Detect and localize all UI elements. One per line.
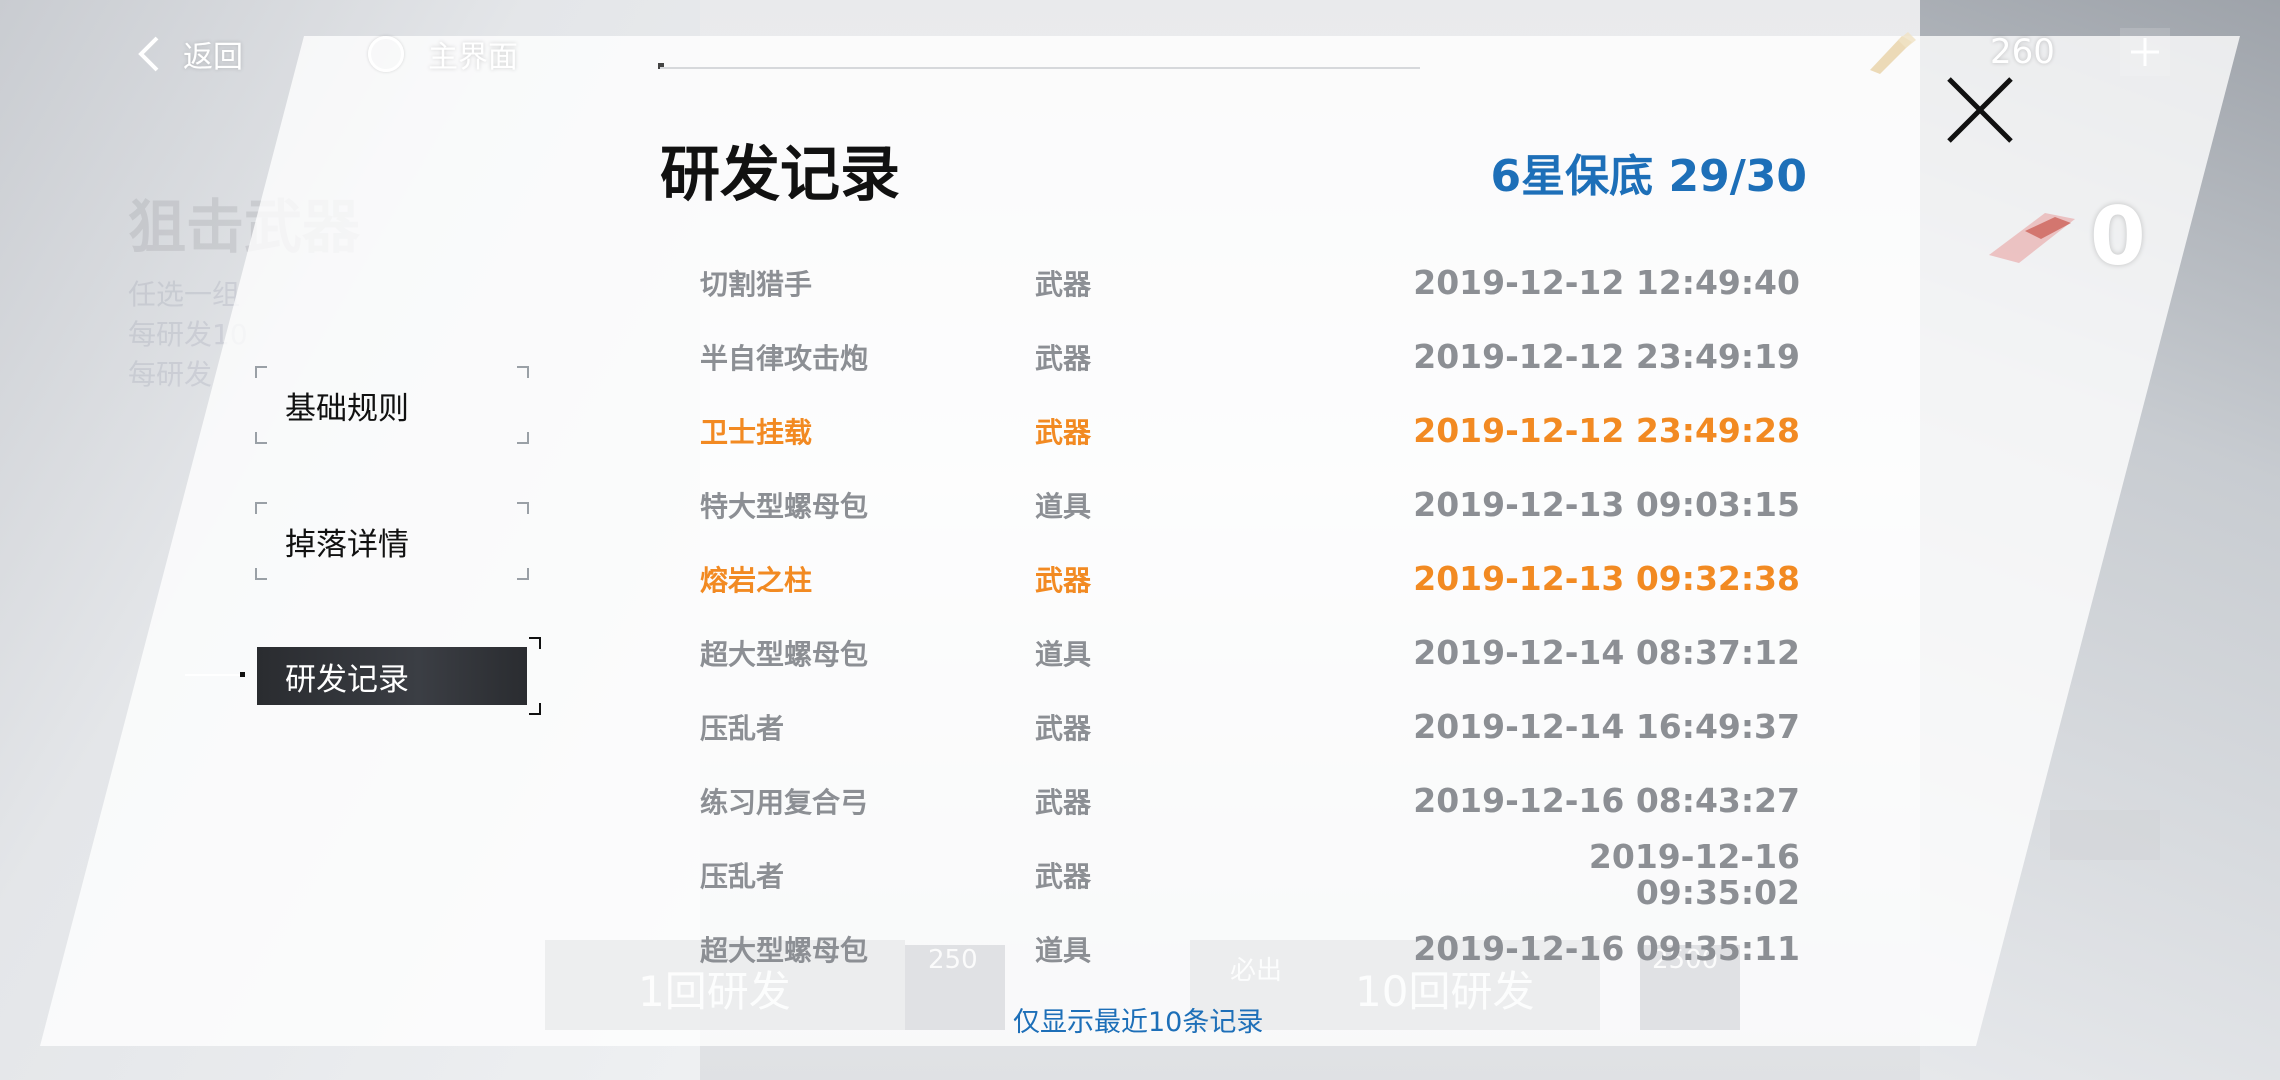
page-title: 研发记录 xyxy=(660,140,900,210)
record-time: 2019-12-14 16:49:37 xyxy=(1413,707,1800,746)
sidebar-item-basic-rules[interactable]: 基础规则 xyxy=(255,366,529,444)
record-time: 2019-12-12 23:49:28 xyxy=(1413,411,1800,450)
active-indicator-line xyxy=(185,674,243,676)
material-item-icon xyxy=(1989,213,2075,263)
home-button[interactable]: 主界面 xyxy=(368,30,518,78)
record-name: 练习用复合弓 xyxy=(700,786,869,819)
record-name: 压乱者 xyxy=(700,712,785,745)
record-time: 2019-12-12 23:49:19 xyxy=(1413,337,1800,376)
record-time: 2019-12-16 08:43:27 xyxy=(1413,781,1800,820)
record-name: 压乱者 xyxy=(700,860,785,893)
record-type: 武器 xyxy=(1035,860,1092,893)
home-label: 主界面 xyxy=(428,40,518,75)
record-row: 切割猎手 武器 2019-12-12 12:49:40 xyxy=(700,246,1800,320)
record-type: 武器 xyxy=(1035,564,1092,597)
record-name: 熔岩之柱 xyxy=(700,564,813,597)
sidebar-item-label: 研发记录 xyxy=(285,661,409,698)
add-currency-button[interactable] xyxy=(2120,28,2170,76)
active-indicator-dot xyxy=(240,672,245,677)
record-type: 武器 xyxy=(1035,712,1092,745)
record-row: 压乱者 武器 2019-12-16 09:35:02 xyxy=(700,838,1800,912)
record-type: 武器 xyxy=(1035,786,1092,819)
record-time: 2019-12-14 08:37:12 xyxy=(1413,633,1800,672)
currency-value: 260 xyxy=(1990,32,2055,72)
record-name: 切割猎手 xyxy=(700,268,813,301)
sidebar-item-research-records[interactable]: 研发记录 xyxy=(257,637,541,715)
record-type: 武器 xyxy=(1035,268,1092,301)
pity-counter: 6星保底 29/30 xyxy=(1490,151,1807,202)
record-row: 特大型螺母包 道具 2019-12-13 09:03:15 xyxy=(700,468,1800,542)
record-type: 武器 xyxy=(1035,416,1092,449)
record-time: 2019-12-16 09:35:11 xyxy=(1413,929,1800,968)
record-name: 超大型螺母包 xyxy=(700,638,869,671)
record-row: 超大型螺母包 道具 2019-12-14 08:37:12 xyxy=(700,616,1800,690)
record-time: 2019-12-12 12:49:40 xyxy=(1413,263,1800,302)
sidebar-item-label: 基础规则 xyxy=(285,390,409,427)
records-limit-note: 仅显示最近10条记录 xyxy=(1013,1007,1264,1038)
right-ghost-bar xyxy=(2050,810,2160,860)
record-row: 练习用复合弓 武器 2019-12-16 08:43:27 xyxy=(700,764,1800,838)
record-type: 武器 xyxy=(1035,342,1092,375)
sidebar-item-label: 掉落详情 xyxy=(285,526,409,563)
record-type: 道具 xyxy=(1035,934,1092,967)
close-button[interactable] xyxy=(1945,75,2015,145)
record-time: 2019-12-13 09:32:38 xyxy=(1413,559,1800,598)
top-bar: 返回 主界面 260 xyxy=(0,0,2280,110)
record-name: 卫士挂载 xyxy=(700,416,813,449)
sidebar-item-drop-details[interactable]: 掉落详情 xyxy=(255,502,529,580)
record-name: 特大型螺母包 xyxy=(700,490,869,523)
record-row: 半自律攻击炮 武器 2019-12-12 23:49:19 xyxy=(700,320,1800,394)
record-row: 超大型螺母包 道具 2019-12-16 09:35:11 xyxy=(700,912,1800,986)
record-time: 2019-12-16 09:35:02 xyxy=(1588,837,1800,912)
record-row: 压乱者 武器 2019-12-14 16:49:37 xyxy=(700,690,1800,764)
record-name: 超大型螺母包 xyxy=(700,934,869,967)
currency-icon xyxy=(1870,32,1916,74)
record-row-highlighted: 熔岩之柱 武器 2019-12-13 09:32:38 xyxy=(700,542,1800,616)
home-ring-icon xyxy=(368,36,404,72)
record-row-highlighted: 卫士挂载 武器 2019-12-12 23:49:28 xyxy=(700,394,1800,468)
chevron-left-icon xyxy=(138,36,159,72)
record-type: 道具 xyxy=(1035,490,1092,523)
top-divider xyxy=(660,67,1420,69)
record-name: 半自律攻击炮 xyxy=(700,342,869,375)
record-type: 道具 xyxy=(1035,638,1092,671)
back-label: 返回 xyxy=(183,40,243,75)
back-button[interactable]: 返回 xyxy=(135,30,243,78)
close-icon xyxy=(1947,77,2013,143)
material-count: 0 xyxy=(2090,190,2146,283)
plus-icon xyxy=(2131,38,2159,66)
record-time: 2019-12-13 09:03:15 xyxy=(1413,485,1800,524)
